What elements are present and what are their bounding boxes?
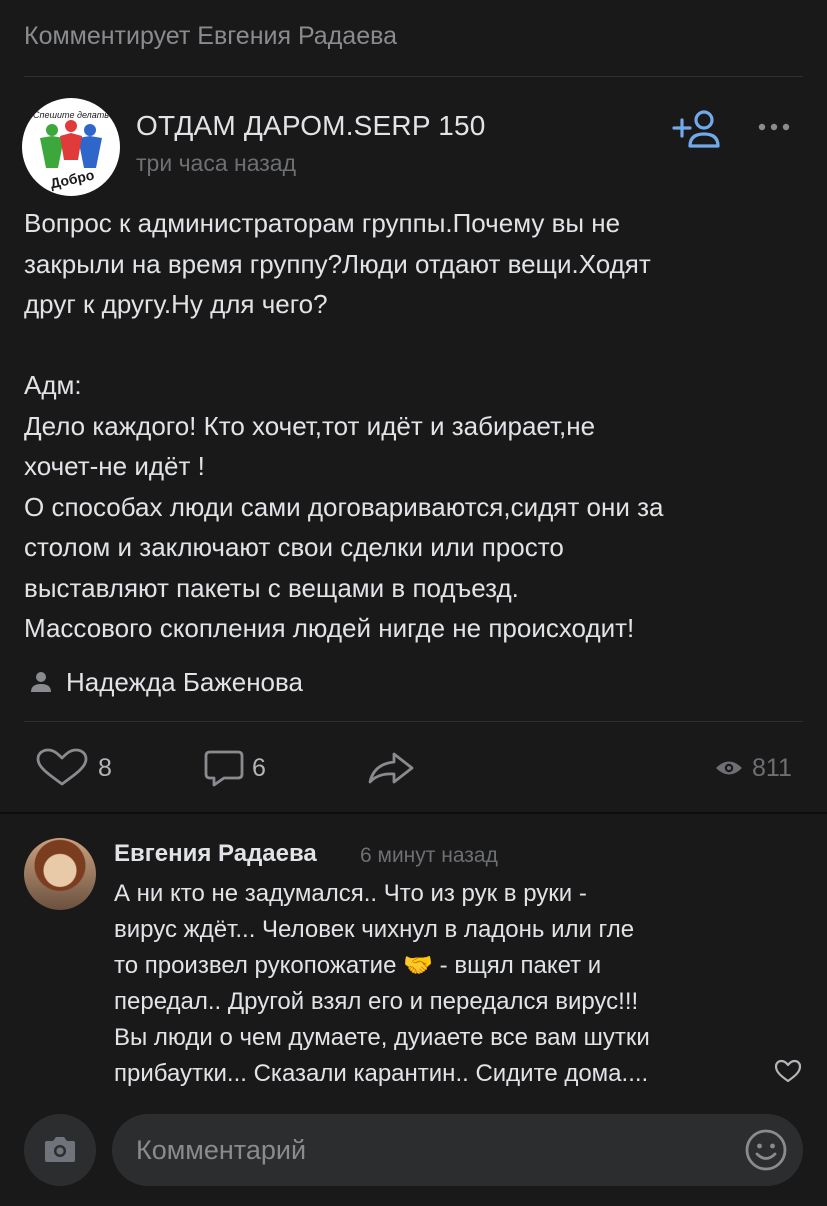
- camera-icon: [45, 1137, 75, 1162]
- post-author-name: Надежда Баженова: [66, 666, 303, 697]
- more-horizontal-icon: [758, 123, 790, 131]
- comment-author[interactable]: Евгения Радаева: [114, 840, 317, 868]
- group-name[interactable]: ОТДАМ ДАРОМ.SERP 150: [136, 110, 486, 142]
- comment-bubble-icon: [204, 750, 244, 787]
- share-arrow-icon: [368, 752, 414, 784]
- comment-count: 6: [252, 753, 266, 782]
- post-time: три часа назад: [136, 150, 297, 176]
- smile-icon: [745, 1129, 787, 1171]
- group-avatar[interactable]: Спешите делать Добро: [22, 98, 120, 196]
- avatar-top-text: Спешите делать: [33, 110, 109, 120]
- like-button[interactable]: 8: [34, 748, 112, 788]
- middle-divider: [24, 721, 803, 722]
- comment-button[interactable]: 6: [204, 748, 266, 788]
- post-text: Вопрос к администраторам группы.Почему в…: [24, 208, 664, 643]
- section-separator: [0, 812, 827, 814]
- heart-icon: [774, 1059, 802, 1083]
- comment-time: 6 минут назад: [360, 844, 498, 867]
- like-count: 8: [98, 753, 112, 782]
- comment-text: А ни кто не задумался.. Что из рук в рук…: [114, 880, 650, 1087]
- heart-icon: [36, 748, 88, 786]
- group-logo-dobro-icon: Спешите делать Добро: [33, 110, 109, 192]
- context-label: Комментирует Евгения Радаева: [24, 22, 398, 50]
- add-person-icon: [672, 110, 720, 148]
- views: 811: [714, 750, 792, 786]
- comment-composer: [0, 1104, 827, 1206]
- top-divider: [24, 76, 803, 77]
- views-count: 811: [752, 753, 792, 782]
- avatar-bottom-text: Добро: [49, 167, 96, 192]
- eye-icon: [716, 761, 742, 775]
- person-icon: [31, 672, 51, 692]
- subscribe-button[interactable]: [670, 108, 722, 152]
- comment-like-button[interactable]: [774, 1058, 802, 1084]
- commenter-avatar[interactable]: [24, 838, 96, 910]
- post-author[interactable]: Надежда Баженова: [30, 664, 303, 700]
- comment-input[interactable]: [112, 1114, 803, 1186]
- attach-photo-button[interactable]: [24, 1114, 96, 1186]
- share-button[interactable]: [366, 748, 416, 788]
- post-header: Спешите делать Добро ОТДАМ ДАРОМ.SERP 15…: [22, 96, 805, 196]
- emoji-button[interactable]: [744, 1128, 788, 1172]
- more-button[interactable]: [754, 112, 794, 142]
